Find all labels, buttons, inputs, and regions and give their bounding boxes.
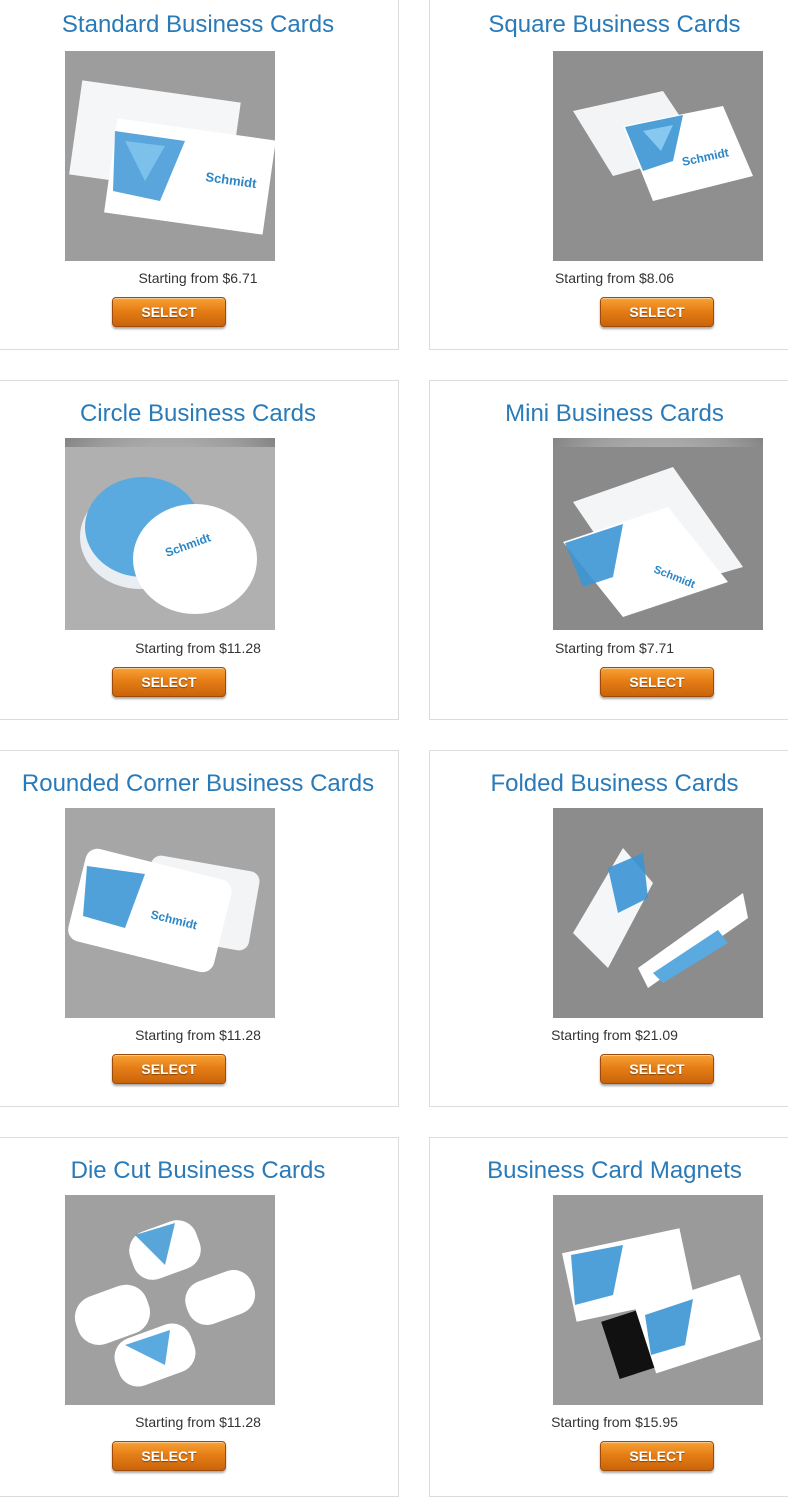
product-card-folded: Folded Business Cards Starting from $21.… [429, 750, 788, 1107]
product-price: Starting from $11.28 [135, 1414, 261, 1430]
product-title[interactable]: Folded Business Cards [430, 766, 788, 802]
product-image[interactable] [65, 1195, 275, 1405]
product-title[interactable]: Die Cut Business Cards [0, 1153, 398, 1189]
select-button[interactable]: SELECT [112, 667, 226, 697]
product-price: Starting from $11.28 [135, 640, 261, 656]
product-price: Starting from $8.06 [554, 270, 675, 286]
product-image[interactable]: Schmidt [553, 438, 763, 630]
product-image[interactable]: Schmidt [553, 51, 763, 261]
product-title[interactable]: Standard Business Cards [0, 7, 398, 43]
select-button[interactable]: SELECT [600, 667, 714, 697]
product-title[interactable]: Mini Business Cards [430, 396, 788, 432]
product-image[interactable] [553, 1195, 763, 1405]
select-button[interactable]: SELECT [112, 297, 226, 327]
product-title[interactable]: Square Business Cards [430, 7, 788, 43]
product-card-standard: Standard Business Cards Schmidt Starting… [0, 0, 399, 350]
select-button[interactable]: SELECT [600, 297, 714, 327]
product-card-die-cut: Die Cut Business Cards Starting from $11… [0, 1137, 399, 1497]
product-card-rounded-corner: Rounded Corner Business Cards Schmidt St… [0, 750, 399, 1107]
product-title[interactable]: Circle Business Cards [0, 396, 398, 432]
product-card-square: Square Business Cards Schmidt Starting f… [429, 0, 788, 350]
select-button[interactable]: SELECT [112, 1441, 226, 1471]
product-card-circle: Circle Business Cards Schmidt Starting f… [0, 380, 399, 720]
product-title[interactable]: Rounded Corner Business Cards [0, 766, 398, 802]
select-button[interactable]: SELECT [600, 1054, 714, 1084]
product-image[interactable]: Schmidt [65, 438, 275, 630]
product-price: Starting from $11.28 [135, 1027, 261, 1043]
product-card-mini: Mini Business Cards Schmidt Starting fro… [429, 380, 788, 720]
product-price: Starting from $21.09 [551, 1027, 678, 1043]
product-image[interactable]: Schmidt [65, 51, 275, 261]
product-price: Starting from $6.71 [138, 270, 258, 286]
product-card-magnets: Business Card Magnets Starting from $15.… [429, 1137, 788, 1497]
select-button[interactable]: SELECT [112, 1054, 226, 1084]
product-title[interactable]: Business Card Magnets [430, 1153, 788, 1189]
product-image[interactable] [553, 808, 763, 1018]
product-price: Starting from $7.71 [554, 640, 675, 656]
product-price: Starting from $15.95 [551, 1414, 678, 1430]
product-image[interactable]: Schmidt [65, 808, 275, 1018]
select-button[interactable]: SELECT [600, 1441, 714, 1471]
